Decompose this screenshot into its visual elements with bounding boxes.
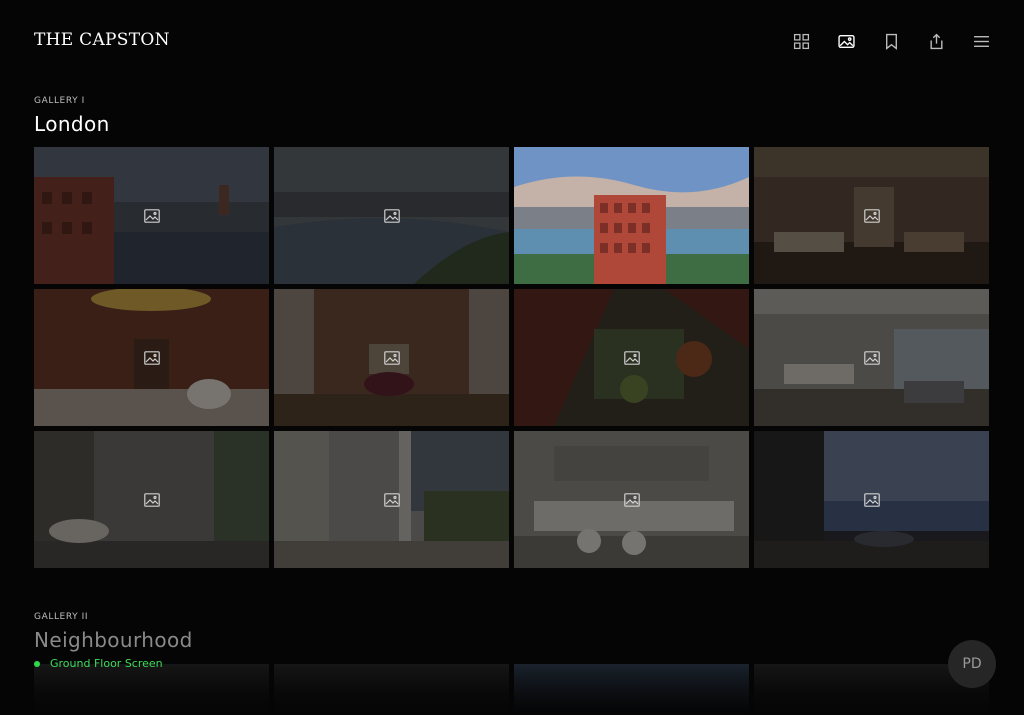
connection-status: Ground Floor Screen: [34, 657, 163, 670]
gallery-neighbourhood-preview: [34, 664, 989, 715]
gallery-image-tile[interactable]: [514, 147, 749, 284]
grid-view-button[interactable]: [789, 27, 814, 55]
gallery-london-header: GALLERY I London: [34, 96, 110, 136]
image-placeholder-icon: [383, 208, 400, 223]
brand-logo[interactable]: THE CAPSTON: [34, 30, 170, 50]
gallery-image-tile[interactable]: [34, 431, 269, 568]
gallery-title: London: [34, 112, 110, 136]
preview-thumbnail[interactable]: [274, 664, 509, 715]
gallery-image-tile[interactable]: [754, 289, 989, 426]
gallery-image-tile[interactable]: [754, 431, 989, 568]
gallery-image-tile[interactable]: [514, 289, 749, 426]
gallery-image-tile[interactable]: [274, 147, 509, 284]
tile-dim-overlay: [514, 147, 749, 284]
image-placeholder-icon: [623, 350, 640, 365]
gallery-image-tile[interactable]: [274, 289, 509, 426]
image-placeholder-icon: [863, 208, 880, 223]
bookmark-button[interactable]: [879, 27, 904, 55]
toolbar: [789, 27, 994, 55]
gallery-image-tile[interactable]: [34, 289, 269, 426]
status-label: Ground Floor Screen: [50, 657, 163, 670]
share-button[interactable]: [924, 27, 949, 55]
gallery-image-tile[interactable]: [274, 431, 509, 568]
image-placeholder-icon: [863, 350, 880, 365]
preview-thumbnail[interactable]: [514, 664, 749, 715]
gallery-title: Neighbourhood: [34, 628, 193, 652]
gallery-neighbourhood-header: GALLERY II Neighbourhood: [34, 612, 193, 652]
menu-button[interactable]: [969, 27, 994, 55]
image-placeholder-icon: [383, 350, 400, 365]
image-placeholder-icon: [143, 208, 160, 223]
gallery-image-tile[interactable]: [514, 431, 749, 568]
image-placeholder-icon: [863, 492, 880, 507]
grid-icon: [793, 33, 810, 49]
gallery-eyebrow: GALLERY II: [34, 612, 89, 622]
preview-thumbnail[interactable]: [34, 664, 269, 715]
user-avatar[interactable]: PD: [948, 640, 996, 688]
top-bar: THE CAPSTON: [0, 0, 1024, 82]
image-placeholder-icon: [623, 492, 640, 507]
gallery-view-button[interactable]: [834, 27, 859, 55]
gallery-eyebrow: GALLERY I: [34, 96, 85, 106]
gallery-grid: [34, 147, 989, 568]
hamburger-menu-icon: [974, 35, 989, 47]
gallery-icon: [838, 34, 855, 48]
status-dot: [34, 660, 40, 667]
gallery-image-tile[interactable]: [34, 147, 269, 284]
image-placeholder-icon: [143, 492, 160, 507]
bookmark-icon: [886, 33, 897, 50]
image-placeholder-icon: [383, 492, 400, 507]
image-placeholder-icon: [143, 350, 160, 365]
gallery-image-tile[interactable]: [754, 147, 989, 284]
share-icon: [930, 33, 943, 49]
